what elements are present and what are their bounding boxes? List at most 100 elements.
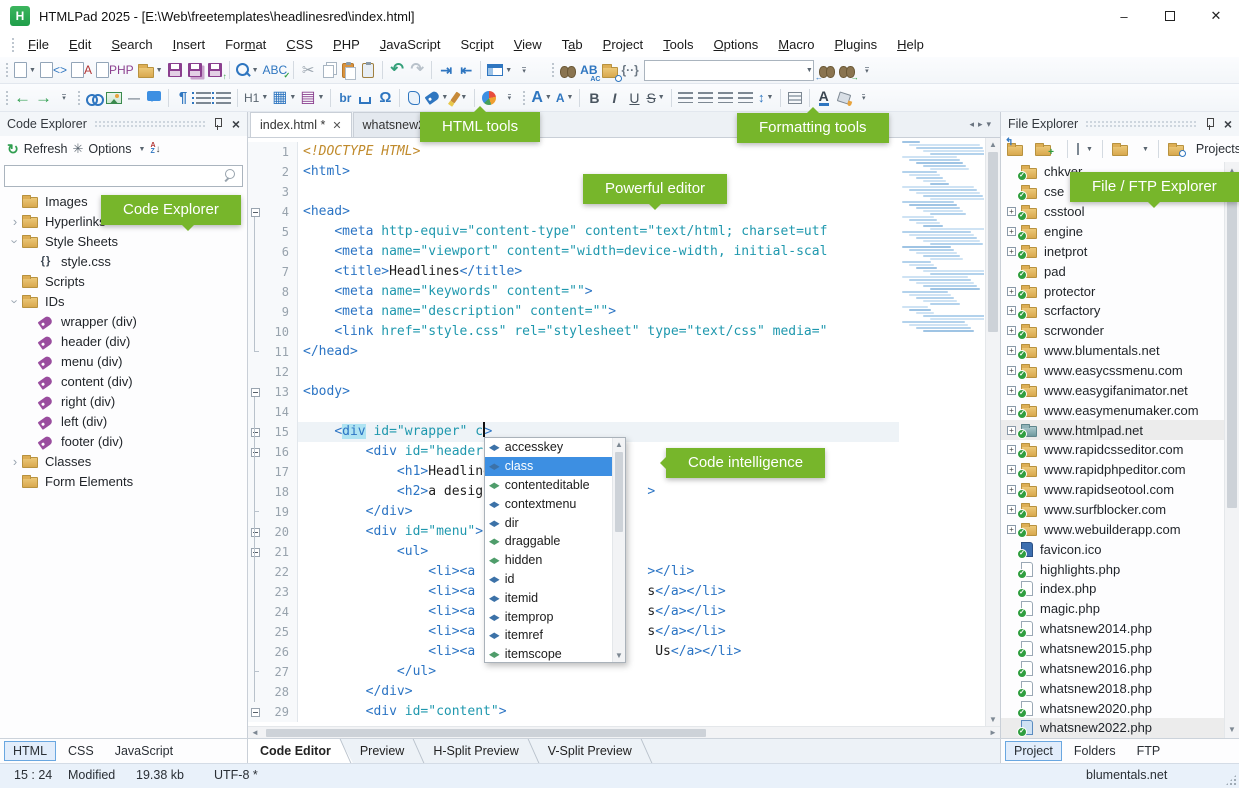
- tree-item-left-div[interactable]: left (div): [0, 411, 247, 431]
- expand-plus-icon[interactable]: +: [1007, 445, 1016, 454]
- heading-button[interactable]: H1▼: [242, 87, 270, 109]
- minimap[interactable]: [900, 141, 984, 723]
- document-tab-index-html[interactable]: index.html *✕: [250, 112, 352, 137]
- pin-icon[interactable]: [1204, 118, 1215, 131]
- save-upload-button[interactable]: ↑: [205, 59, 225, 81]
- save-all-button[interactable]: [185, 59, 205, 81]
- search-combobox[interactable]: ▼: [644, 60, 814, 81]
- code-line-6[interactable]: 6 <meta name="viewport" content="width=d…: [248, 242, 1000, 262]
- menu-item-tools[interactable]: Tools: [653, 35, 703, 54]
- expander-icon[interactable]: ›: [9, 294, 22, 308]
- insert-comment-button[interactable]: [144, 87, 164, 109]
- file-item-www-htmlpad-net[interactable]: +✓www.htmlpad.net: [1001, 420, 1239, 440]
- preview-tab-v-split-preview[interactable]: V-Split Preview: [536, 739, 654, 763]
- language-tab-html[interactable]: HTML: [4, 741, 56, 761]
- file-item-www-easycssmenu-com[interactable]: +✓www.easycssmenu.com: [1001, 361, 1239, 381]
- open-file-button[interactable]: ▼: [136, 59, 165, 81]
- toolbar-overflow-search[interactable]: ▾: [857, 59, 877, 81]
- insert-hr-button[interactable]: —: [124, 87, 144, 109]
- expand-plus-icon[interactable]: +: [1007, 386, 1016, 395]
- code-snippets-button[interactable]: {··}: [620, 59, 641, 81]
- code-line-11[interactable]: 11</head>: [248, 342, 1000, 362]
- tree-item-form-elements[interactable]: Form Elements: [0, 471, 247, 491]
- expand-plus-icon[interactable]: +: [1007, 207, 1016, 216]
- expand-plus-icon[interactable]: +: [1007, 306, 1016, 315]
- save-button[interactable]: [165, 59, 185, 81]
- toolbar-overflow-format[interactable]: ▾: [854, 87, 874, 109]
- code-explorer-filter-input[interactable]: [4, 165, 243, 187]
- autocomplete-item-id[interactable]: ◆id: [485, 570, 614, 589]
- autocomplete-item-itemref[interactable]: ◆itemref: [485, 626, 614, 645]
- scrollbar-thumb[interactable]: [615, 452, 623, 532]
- projects-button[interactable]: Projects: [1196, 142, 1239, 156]
- copy-button[interactable]: [318, 59, 338, 81]
- preview-tab-code-editor[interactable]: Code Editor: [248, 739, 353, 763]
- sort-button[interactable]: AZ↓: [150, 143, 160, 155]
- expand-plus-icon[interactable]: +: [1007, 465, 1016, 474]
- align-right-button[interactable]: [716, 87, 736, 109]
- new-document-button[interactable]: ▼: [12, 59, 38, 81]
- search-next-button[interactable]: →: [837, 59, 857, 81]
- find-in-files-button[interactable]: [600, 59, 620, 81]
- paragraph-button[interactable]: ¶: [173, 87, 193, 109]
- toolbar-grip[interactable]: [522, 90, 526, 106]
- fold-toggle-icon[interactable]: [251, 388, 260, 397]
- file-item-engine[interactable]: +✓engine: [1001, 222, 1239, 242]
- file-item-www-webuilderapp-com[interactable]: +✓www.webuilderapp.com: [1001, 519, 1239, 539]
- file-explorer-scrollbar[interactable]: ▲ ▼: [1224, 162, 1239, 738]
- toolbar-overflow-insert[interactable]: ▾: [499, 87, 519, 109]
- nbsp-button[interactable]: [355, 87, 375, 109]
- close-button[interactable]: ✕: [1193, 0, 1239, 32]
- back-button[interactable]: ←: [12, 87, 33, 109]
- expand-plus-icon[interactable]: +: [1007, 525, 1016, 534]
- scroll-right-icon[interactable]: ►: [986, 728, 1000, 737]
- expand-plus-icon[interactable]: +: [1007, 366, 1016, 375]
- expand-plus-icon[interactable]: +: [1007, 326, 1016, 335]
- language-tab-javascript[interactable]: JavaScript: [106, 741, 182, 761]
- tree-item-style-css[interactable]: {}style.css: [0, 251, 247, 271]
- underline-button[interactable]: U: [624, 87, 644, 109]
- tree-item-scripts[interactable]: Scripts: [0, 271, 247, 291]
- menu-item-macro[interactable]: Macro: [768, 35, 824, 54]
- file-item-whatsnew2018-php[interactable]: ✓whatsnew2018.php: [1001, 678, 1239, 698]
- minimize-button[interactable]: –: [1101, 0, 1147, 32]
- menu-item-project[interactable]: Project: [593, 35, 653, 54]
- language-tab-css[interactable]: CSS: [59, 741, 103, 761]
- expand-plus-icon[interactable]: +: [1007, 247, 1016, 256]
- expand-plus-icon[interactable]: +: [1007, 426, 1016, 435]
- menu-item-javascript[interactable]: JavaScript: [370, 35, 451, 54]
- autocomplete-item-itemscope[interactable]: ◆itemscope: [485, 645, 614, 664]
- paragraph-format-button[interactable]: [785, 87, 805, 109]
- file-item-index-php[interactable]: ✓index.php: [1001, 579, 1239, 599]
- new-html-document-button[interactable]: A: [69, 59, 94, 81]
- dropdown-icon[interactable]: ▼: [806, 67, 813, 74]
- menu-item-options[interactable]: Options: [703, 35, 768, 54]
- scroll-up-icon[interactable]: ▲: [986, 140, 1000, 149]
- tree-item-menu-div[interactable]: menu (div): [0, 351, 247, 371]
- menu-item-help[interactable]: Help: [887, 35, 934, 54]
- file-item-www-rapidphpeditor-com[interactable]: +✓www.rapidphpeditor.com: [1001, 460, 1239, 480]
- fold-toggle-icon[interactable]: [251, 548, 260, 557]
- menu-item-edit[interactable]: Edit: [59, 35, 101, 54]
- forward-button[interactable]: →: [33, 87, 54, 109]
- view-mode-button[interactable]: [1077, 143, 1079, 155]
- expander-icon[interactable]: ›: [8, 215, 22, 228]
- file-item-whatsnew2014-php[interactable]: ✓whatsnew2014.php: [1001, 619, 1239, 639]
- close-panel-icon[interactable]: ×: [1224, 117, 1232, 131]
- new-php-document-button[interactable]: PHP: [94, 59, 136, 81]
- file-item-www-rapidcsseditor-com[interactable]: +✓www.rapidcsseditor.com: [1001, 440, 1239, 460]
- scroll-down-icon[interactable]: ▼: [613, 651, 625, 660]
- fold-toggle-icon[interactable]: [251, 708, 260, 717]
- file-item-magic-php[interactable]: ✓magic.php: [1001, 599, 1239, 619]
- code-line-1[interactable]: 1<!DOCTYPE HTML>: [248, 142, 1000, 162]
- numbered-list-button[interactable]: [213, 87, 233, 109]
- file-item-whatsnew2022-php[interactable]: ✓whatsnew2022.php: [1001, 718, 1239, 738]
- code-line-4[interactable]: 4<head>: [248, 202, 1000, 222]
- file-item-whatsnew2020-php[interactable]: ✓whatsnew2020.php: [1001, 698, 1239, 718]
- scrollbar-thumb[interactable]: [266, 729, 706, 737]
- menu-item-script[interactable]: Script: [450, 35, 503, 54]
- autocomplete-item-contextmenu[interactable]: ◆contextmenu: [485, 494, 614, 513]
- menu-item-css[interactable]: CSS: [276, 35, 323, 54]
- font-increase-button[interactable]: A▼: [529, 87, 554, 109]
- insert-link-button[interactable]: [84, 87, 104, 109]
